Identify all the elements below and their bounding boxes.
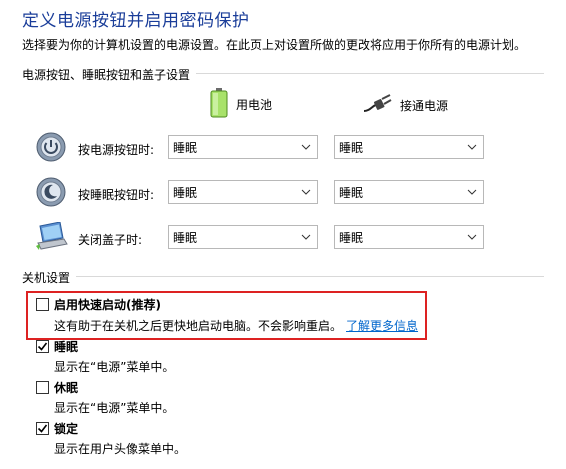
chevron-down-icon xyxy=(467,144,477,150)
description-text: 这有助于在关机之后更快地启动电脑。不会影响重启。 xyxy=(54,319,343,333)
select-value: 睡眠 xyxy=(339,230,364,245)
shutdown-section-title: 关机设置 xyxy=(22,269,77,286)
lid-close-plugged-select[interactable]: 睡眠 xyxy=(334,225,484,249)
sleep-button-plugged-select[interactable]: 睡眠 xyxy=(334,180,484,204)
power-plug-icon xyxy=(362,94,392,117)
battery-icon xyxy=(210,88,228,121)
hibernate-checkbox[interactable] xyxy=(36,381,49,394)
plugged-column-header: 接通电源 xyxy=(362,94,448,117)
plugged-column-label: 接通电源 xyxy=(400,99,449,113)
chevron-down-icon xyxy=(467,234,477,240)
chevron-down-icon xyxy=(467,189,477,195)
check-icon xyxy=(37,342,48,351)
sleep-button-label: 按睡眠按钮时: xyxy=(78,188,155,202)
hibernate-option-label: 休眠 xyxy=(54,381,79,395)
battery-column-label: 用电池 xyxy=(236,98,273,112)
power-button-icon xyxy=(36,132,66,162)
power-section-title: 电源按钮、睡眠按钮和盖子设置 xyxy=(22,66,197,83)
select-value: 睡眠 xyxy=(339,140,364,155)
lock-option-label: 锁定 xyxy=(54,422,79,436)
chevron-down-icon xyxy=(301,189,311,195)
lid-close-battery-select[interactable]: 睡眠 xyxy=(168,225,318,249)
learn-more-link[interactable]: 了解更多信息 xyxy=(346,319,418,333)
page-description: 选择要为你的计算机设置的电源设置。在此页上对设置所做的更改将应用于你所有的电源计… xyxy=(22,38,527,52)
sleep-option-description: 显示在“电源”菜单中。 xyxy=(54,360,175,374)
fast-startup-description: 这有助于在关机之后更快地启动电脑。不会影响重启。 了解更多信息 xyxy=(54,317,418,334)
check-icon xyxy=(37,424,48,433)
power-button-label: 按电源按钮时: xyxy=(78,143,155,157)
lid-close-label: 关闭盖子时: xyxy=(78,233,143,247)
fast-startup-checkbox[interactable] xyxy=(36,298,49,311)
chevron-down-icon xyxy=(301,234,311,240)
select-value: 睡眠 xyxy=(339,185,364,200)
lock-checkbox[interactable] xyxy=(36,422,49,435)
section-divider xyxy=(22,276,544,277)
lock-option-description: 显示在用户头像菜单中。 xyxy=(54,442,187,456)
laptop-lid-icon xyxy=(36,221,68,252)
select-value: 睡眠 xyxy=(173,185,198,200)
fast-startup-label: 启用快速启动(推荐) xyxy=(54,298,161,312)
sleep-button-icon xyxy=(36,177,66,207)
sleep-checkbox[interactable] xyxy=(36,340,49,353)
battery-column-header: 用电池 xyxy=(210,88,272,121)
power-button-plugged-select[interactable]: 睡眠 xyxy=(334,135,484,159)
sleep-button-battery-select[interactable]: 睡眠 xyxy=(168,180,318,204)
select-value: 睡眠 xyxy=(173,230,198,245)
select-value: 睡眠 xyxy=(173,140,198,155)
power-button-battery-select[interactable]: 睡眠 xyxy=(168,135,318,159)
page-title: 定义电源按钮并启用密码保护 xyxy=(22,11,250,31)
hibernate-option-description: 显示在“电源”菜单中。 xyxy=(54,401,175,415)
chevron-down-icon xyxy=(301,144,311,150)
sleep-option-label: 睡眠 xyxy=(54,340,79,354)
